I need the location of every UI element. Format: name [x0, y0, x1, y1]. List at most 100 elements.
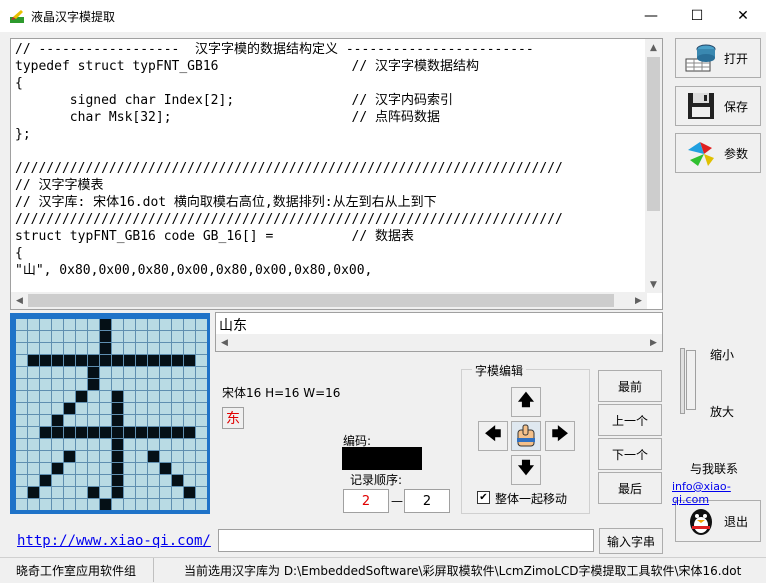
glyph-pixel[interactable] — [88, 487, 99, 498]
glyph-pixel[interactable] — [112, 355, 123, 366]
glyph-pixel[interactable] — [172, 343, 183, 354]
glyph-pixel[interactable] — [148, 475, 159, 486]
glyph-pixel[interactable] — [160, 499, 171, 510]
glyph-pixel[interactable] — [76, 487, 87, 498]
glyph-pixel[interactable] — [76, 355, 87, 366]
glyph-pixel[interactable] — [88, 463, 99, 474]
glyph-pixel[interactable] — [16, 439, 27, 450]
glyph-pixel[interactable] — [28, 487, 39, 498]
glyph-pixel[interactable] — [88, 451, 99, 462]
glyph-pixel[interactable] — [76, 475, 87, 486]
glyph-pixel[interactable] — [124, 439, 135, 450]
glyph-pixel[interactable] — [148, 499, 159, 510]
glyph-pixel[interactable] — [136, 463, 147, 474]
glyph-pixel[interactable] — [112, 439, 123, 450]
order-current-field[interactable]: 2 — [343, 489, 389, 513]
horizontal-scrollbar[interactable]: ◀ ▶ — [11, 292, 647, 309]
glyph-pixel[interactable] — [40, 475, 51, 486]
glyph-pixel[interactable] — [40, 487, 51, 498]
glyph-pixel[interactable] — [196, 451, 207, 462]
glyph-pixel[interactable] — [52, 499, 63, 510]
glyph-pixel[interactable] — [172, 331, 183, 342]
glyph-pixel[interactable] — [184, 319, 195, 330]
glyph-pixel[interactable] — [40, 415, 51, 426]
glyph-pixel[interactable] — [88, 367, 99, 378]
glyph-pixel[interactable] — [196, 463, 207, 474]
move-up-button[interactable]: 🡅 — [511, 387, 541, 417]
glyph-pixel[interactable] — [124, 403, 135, 414]
glyph-pixel[interactable] — [16, 367, 27, 378]
glyph-pixel[interactable] — [40, 379, 51, 390]
glyph-pixel[interactable] — [136, 403, 147, 414]
glyph-pixel[interactable] — [160, 391, 171, 402]
glyph-pixel[interactable] — [52, 331, 63, 342]
glyph-pixel[interactable] — [64, 379, 75, 390]
glyph-pixel[interactable] — [112, 319, 123, 330]
glyph-pixel[interactable] — [160, 331, 171, 342]
glyph-pixel[interactable] — [172, 379, 183, 390]
move-left-button[interactable]: 🡄 — [478, 421, 508, 451]
glyph-pixel[interactable] — [184, 403, 195, 414]
text-scroll-left-icon[interactable]: ◀ — [216, 334, 233, 351]
exit-button[interactable]: 退出 — [675, 500, 761, 542]
glyph-pixel[interactable] — [52, 403, 63, 414]
contact-email-link[interactable]: info@xiao-qi.com — [672, 480, 766, 506]
glyph-pixel[interactable] — [16, 415, 27, 426]
scroll-left-icon[interactable]: ◀ — [11, 292, 28, 309]
glyph-pixel[interactable] — [148, 415, 159, 426]
glyph-pixel[interactable] — [148, 487, 159, 498]
glyph-pixel[interactable] — [136, 343, 147, 354]
glyph-pixel[interactable] — [40, 463, 51, 474]
glyph-pixel[interactable] — [16, 331, 27, 342]
glyph-pixel[interactable] — [28, 439, 39, 450]
glyph-pixel[interactable] — [136, 451, 147, 462]
glyph-pixel[interactable] — [124, 331, 135, 342]
glyph-pixel[interactable] — [40, 367, 51, 378]
glyph-pixel[interactable] — [28, 475, 39, 486]
params-button[interactable]: 参数 — [675, 133, 761, 173]
glyph-pixel[interactable] — [160, 355, 171, 366]
glyph-pixel[interactable] — [124, 415, 135, 426]
glyph-pixel[interactable] — [160, 319, 171, 330]
glyph-pixel[interactable] — [136, 415, 147, 426]
close-button[interactable]: ✕ — [720, 0, 766, 32]
glyph-pixel[interactable] — [28, 427, 39, 438]
glyph-pixel[interactable] — [160, 367, 171, 378]
glyph-pixel[interactable] — [124, 319, 135, 330]
source-text-field[interactable]: 山东 ◀ ▶ — [215, 312, 663, 352]
glyph-pixel[interactable] — [64, 415, 75, 426]
glyph-pixel[interactable] — [160, 379, 171, 390]
glyph-pixel[interactable] — [88, 427, 99, 438]
glyph-pixel[interactable] — [112, 391, 123, 402]
glyph-pixel[interactable] — [28, 415, 39, 426]
glyph-pixel[interactable] — [100, 475, 111, 486]
glyph-pixel[interactable] — [196, 379, 207, 390]
glyph-pixel[interactable] — [100, 487, 111, 498]
glyph-pixel[interactable] — [172, 415, 183, 426]
glyph-pixel[interactable] — [40, 499, 51, 510]
glyph-pixel[interactable] — [88, 343, 99, 354]
glyph-pixel[interactable] — [160, 427, 171, 438]
glyph-pixel[interactable] — [52, 391, 63, 402]
glyph-pixel[interactable] — [76, 427, 87, 438]
order-total-field[interactable]: 2 — [404, 489, 450, 513]
glyph-pixel[interactable] — [100, 451, 111, 462]
glyph-pixel[interactable] — [52, 319, 63, 330]
glyph-pixel[interactable] — [160, 451, 171, 462]
glyph-pixel[interactable] — [124, 391, 135, 402]
code-line[interactable]: }; — [15, 126, 647, 143]
glyph-pixel[interactable] — [160, 475, 171, 486]
glyph-pixel[interactable] — [184, 487, 195, 498]
glyph-pixel[interactable] — [196, 367, 207, 378]
glyph-pixel[interactable] — [100, 403, 111, 414]
glyph-pixel[interactable] — [100, 499, 111, 510]
scroll-right-icon[interactable]: ▶ — [630, 292, 647, 309]
glyph-pixel[interactable] — [64, 451, 75, 462]
glyph-pixel[interactable] — [172, 451, 183, 462]
glyph-pixel[interactable] — [100, 343, 111, 354]
code-text[interactable]: // ------------------ 汉字字模的数据结构定义 ------… — [15, 41, 647, 279]
text-scroll-right-icon[interactable]: ▶ — [645, 334, 662, 351]
glyph-pixel[interactable] — [172, 439, 183, 450]
glyph-pixel[interactable] — [196, 415, 207, 426]
glyph-pixel[interactable] — [124, 499, 135, 510]
